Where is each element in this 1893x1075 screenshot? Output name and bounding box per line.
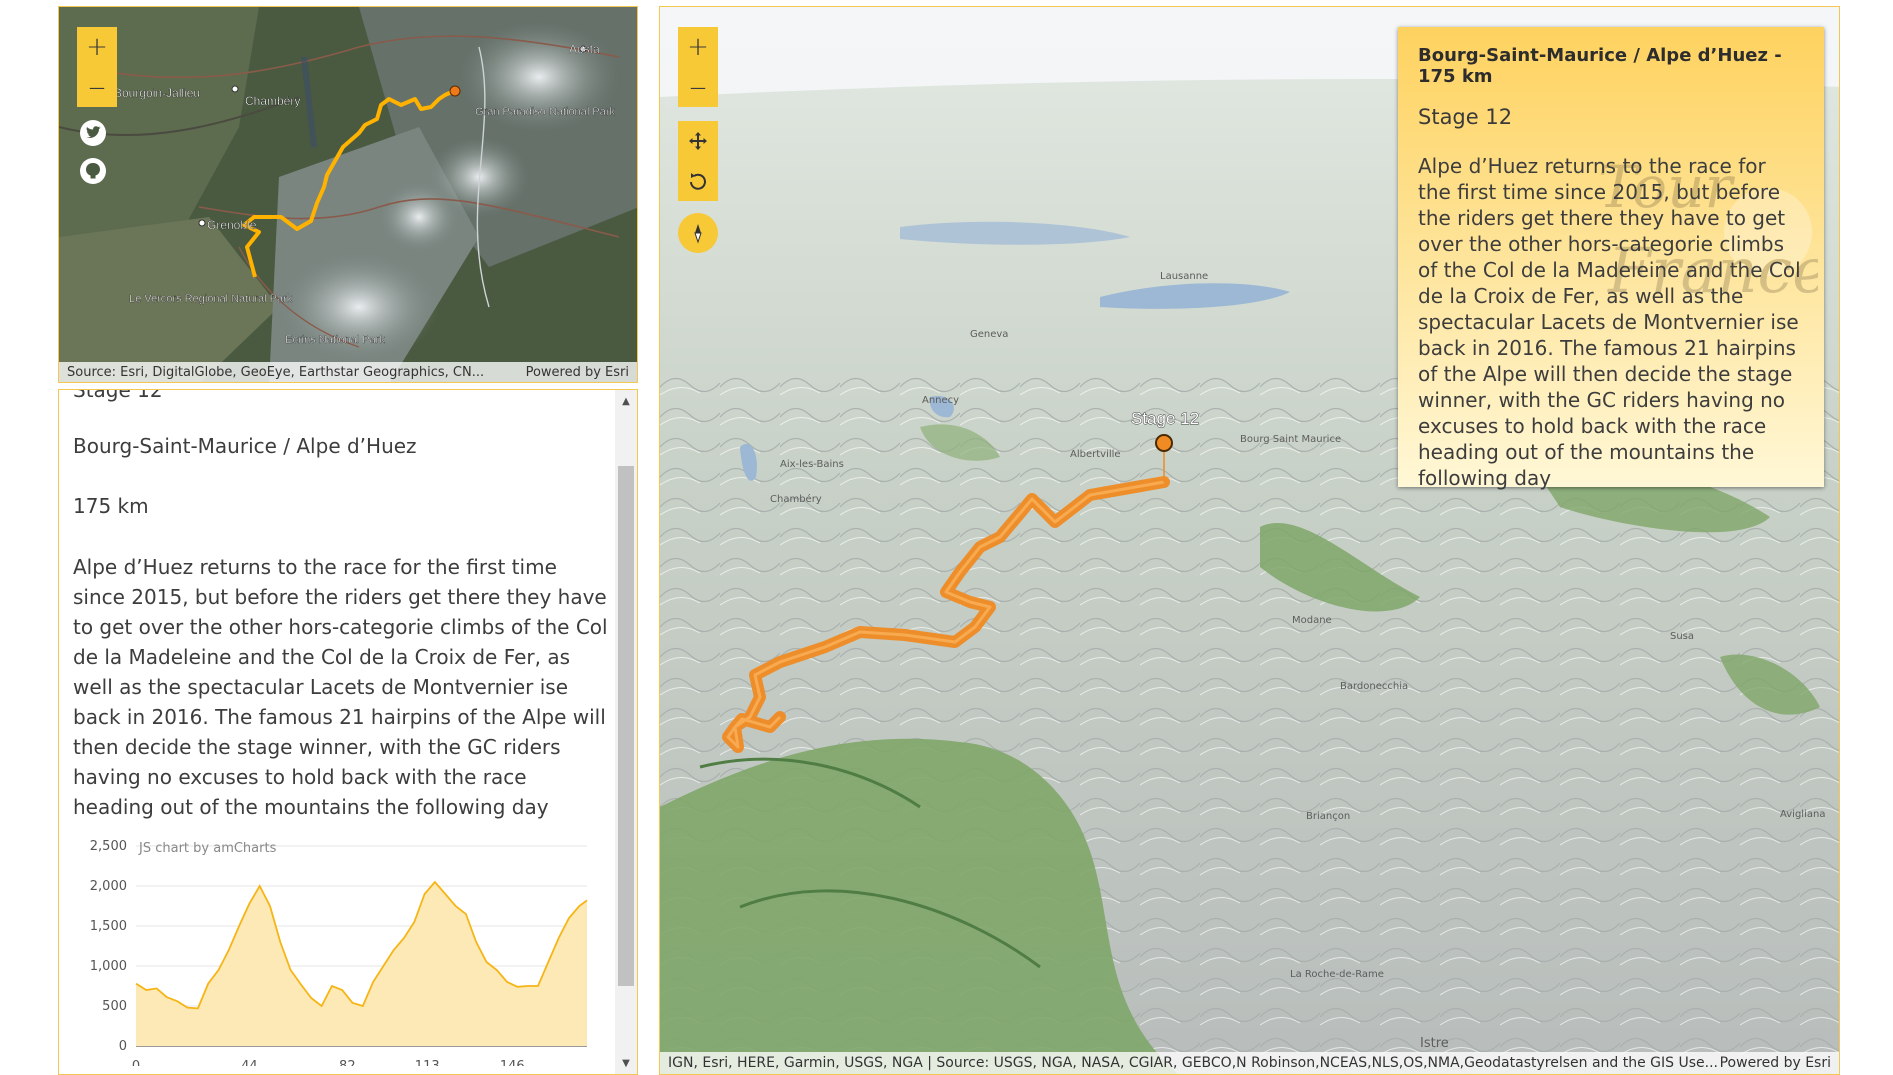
overview-satellite-imagery[interactable]: Bourgoin-Jallieu Chambéry Aosta Gran Par… [59,7,638,383]
stage-popup[interactable]: Tour France Bourg-Saint-Maurice / Alpe d… [1398,27,1824,490]
map-label: La Roche-de-Rame [1290,969,1384,980]
stage-start-marker[interactable] [1155,434,1173,452]
map-label: Bourgoin-Jallieu [114,86,200,100]
scene-zoom-in-button[interactable]: + [678,27,718,67]
map-label: Istre [1420,1036,1449,1051]
map-label: Grenoble [207,218,257,232]
map-label: Susa [1670,631,1694,642]
y-tick-label: 500 [102,999,127,1014]
scene-attribution-bar: IGN, Esri, HERE, Garmin, USGS, NGA | Sou… [660,1052,1839,1074]
y-tick-label: 2,500 [90,839,127,854]
x-tick-label: 0 [132,1059,140,1066]
stage-description: Alpe d’Huez returns to the race for the … [73,555,608,819]
compass-button[interactable] [678,213,718,253]
overview-map[interactable]: Bourgoin-Jallieu Chambéry Aosta Gran Par… [58,6,638,383]
map-label: Aix-les-Bains [780,459,844,470]
github-icon[interactable] [79,157,107,185]
map-label: Avigliana [1780,809,1825,820]
scroll-thumb[interactable] [618,466,634,986]
x-tick-label: 82 [339,1059,356,1066]
x-tick-label: 44 [241,1059,258,1066]
x-tick-label: 146 [500,1059,525,1066]
x-tick-label: 113 [415,1059,440,1066]
map-label: Chambéry [770,493,822,505]
overview-attribution: Source: Esri, DigitalGlobe, GeoEye, Eart… [67,364,485,380]
scene-powered-by[interactable]: Powered by Esri [1720,1055,1831,1071]
map-label: Albertville [1070,449,1121,460]
map-label: Modane [1292,615,1332,626]
twitter-icon[interactable] [79,119,107,147]
y-tick-label: 0 [119,1039,127,1054]
map-label: Gran Paradiso National Park [475,106,616,118]
compass-icon [694,224,702,244]
map-label: Le Vercors Regional Natural Park [129,293,293,305]
rotate-mode-button[interactable] [678,161,718,201]
overview-powered-by[interactable]: Powered by Esri [526,365,629,380]
map-label: Chambéry [245,94,300,108]
map-label: Lausanne [1160,271,1208,282]
rotate-icon [690,173,706,190]
stage-heading-partial: Stage 12 [73,389,163,402]
elevation-chart[interactable]: 2,500 2,000 1,500 1,000 500 0 0 44 82 113 146 JS … [59,814,599,1066]
map-label: Ecrins National Park [285,334,385,346]
map-label: Aosta [569,42,600,56]
popup-title: Bourg-Saint-Maurice / Alpe d’Huez - 175 … [1418,45,1782,87]
stage-distance: 175 km [73,494,149,518]
overview-zoom-in-button[interactable]: + [77,27,117,67]
map-label: Briançon [1306,811,1350,822]
chart-watermark[interactable]: JS chart by amCharts [138,841,277,856]
overview-attribution-bar: Source: Esri, DigitalGlobe, GeoEye, Eart… [59,362,637,382]
elevation-area [136,882,587,1046]
scene-view[interactable]: Lausanne Geneva Annecy Aix-les-Bains Cha… [659,6,1840,1075]
details-scrollbar[interactable]: ▲ ▼ [615,390,637,1074]
map-label: Annecy [922,395,959,406]
overview-zoom-out-button[interactable]: — [77,67,117,107]
map-label: Bourg Saint Maurice [1240,434,1341,445]
scroll-up-arrow[interactable]: ▲ [615,390,637,412]
move-icon [689,132,707,150]
scroll-down-arrow[interactable]: ▼ [615,1052,637,1074]
overview-stage-start-marker[interactable] [449,85,461,97]
map-label: Geneva [970,329,1008,340]
pan-mode-button[interactable] [678,121,718,161]
y-tick-label: 1,000 [90,959,127,974]
y-tick-label: 2,000 [90,879,127,894]
stage-details-panel[interactable]: Stage 12 Bourg-Saint-Maurice / Alpe d’Hu… [58,389,638,1075]
y-tick-label: 1,500 [90,919,127,934]
scene-zoom-out-button[interactable]: — [678,67,718,107]
scene-attribution: IGN, Esri, HERE, Garmin, USGS, NGA | Sou… [668,1055,1718,1071]
map-label: Bardonecchia [1340,681,1408,692]
stage-route: Bourg-Saint-Maurice / Alpe d’Huez [73,434,417,458]
popup-body: Alpe d’Huez returns to the race for the … [1418,154,1801,490]
stage-marker-label: Stage 12 [1131,409,1199,428]
